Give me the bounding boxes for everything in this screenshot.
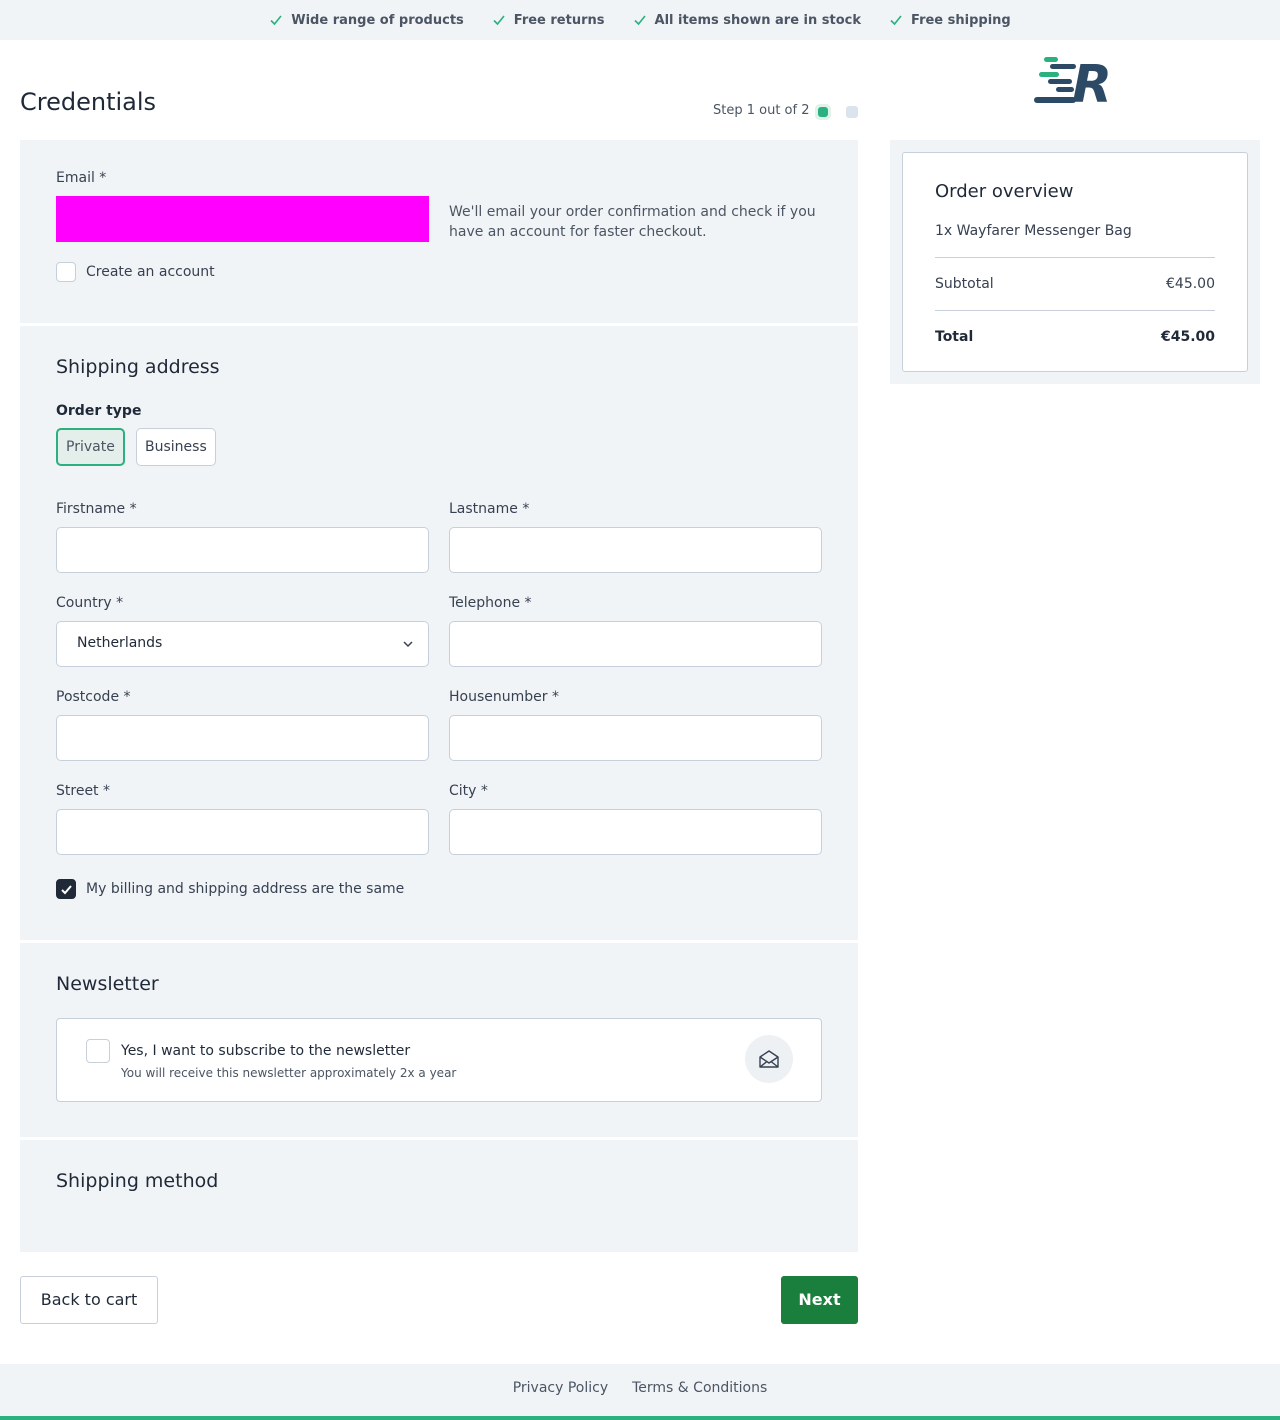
step-indicator-text: Step 1 out of 2 (713, 103, 810, 118)
back-to-cart-button[interactable]: Back to cart (20, 1276, 158, 1324)
total-value: €45.00 (1160, 329, 1215, 345)
check-icon (493, 15, 505, 26)
city-field[interactable] (449, 809, 822, 855)
check-icon (633, 15, 646, 26)
divider (935, 310, 1215, 311)
check-icon (270, 15, 282, 26)
telephone-label: Telephone * (449, 595, 532, 611)
country-label: Country * (56, 595, 124, 611)
footer: Privacy Policy Terms & Conditions (0, 1364, 1280, 1420)
divider (935, 257, 1215, 258)
privacy-policy-link[interactable]: Privacy Policy (513, 1380, 608, 1396)
usp-label: Free returns (513, 12, 605, 28)
newsletter-section: Newsletter Yes, I want to subscribe to t… (20, 943, 858, 1137)
logo[interactable]: R (1034, 54, 1118, 106)
chevron-down-icon (403, 641, 413, 648)
housenumber-field[interactable] (449, 715, 822, 761)
country-selected-value: Netherlands (77, 635, 163, 651)
shipping-method-section: Shipping method (20, 1140, 858, 1252)
next-button[interactable]: Next (781, 1276, 858, 1324)
page-title: Credentials (20, 88, 157, 116)
usp-item: All items shown are in stock (633, 12, 862, 28)
same-address-checkbox[interactable] (56, 879, 76, 899)
usp-item: Free shipping (889, 13, 1011, 28)
section-title: Shipping address (56, 356, 220, 378)
newsletter-option-label: Yes, I want to subscribe to the newslett… (121, 1043, 411, 1059)
order-overview-title: Order overview (935, 181, 1074, 202)
total-row: Total €45.00 (935, 329, 1215, 345)
street-field[interactable] (56, 809, 429, 855)
street-label: Street * (56, 783, 110, 799)
checkmark-icon (61, 885, 72, 895)
order-overview-card: Order overview 1x Wayfarer Messenger Bag… (902, 152, 1248, 372)
telephone-field[interactable] (449, 621, 822, 667)
usp-item: Wide range of products (269, 13, 464, 28)
firstname-label: Firstname * (56, 501, 137, 517)
email-help-text: We'll email your order confirmation and … (449, 204, 816, 240)
newsletter-checkbox[interactable] (86, 1039, 110, 1063)
lastname-field[interactable] (449, 527, 822, 573)
email-section: Email * We'll email your order confirmat… (20, 140, 858, 323)
logo-text: R (1072, 55, 1112, 106)
order-type-private-button[interactable]: Private (56, 428, 125, 466)
subtotal-row: Subtotal €45.00 (935, 276, 1215, 292)
total-label: Total (935, 329, 974, 345)
section-title: Newsletter (56, 973, 159, 995)
order-type-label: Order type (56, 403, 142, 419)
step-dot-inactive (846, 106, 858, 118)
newsletter-option-description: You will receive this newsletter approxi… (121, 1066, 457, 1080)
usp-label: Wide range of products (291, 12, 464, 28)
create-account-label[interactable]: Create an account (86, 264, 215, 280)
section-title: Shipping method (56, 1170, 219, 1192)
email-label: Email * (56, 170, 107, 186)
usp-label: Free shipping (911, 12, 1011, 28)
usp-item: Free returns (492, 13, 605, 28)
check-icon (890, 15, 902, 26)
step-dot-active (815, 104, 831, 120)
country-select[interactable]: Netherlands (56, 621, 429, 667)
usp-bar: Wide range of products Free returns All … (0, 0, 1280, 40)
order-type-business-button[interactable]: Business (136, 428, 216, 466)
order-overview-sidebar: Order overview 1x Wayfarer Messenger Bag… (890, 140, 1260, 384)
firstname-field[interactable] (56, 527, 429, 573)
lastname-label: Lastname * (449, 501, 530, 517)
postcode-label: Postcode * (56, 689, 131, 705)
subtotal-label: Subtotal (935, 276, 994, 292)
email-field[interactable] (56, 196, 429, 242)
usp-label: All items shown are in stock (654, 12, 862, 28)
housenumber-label: Housenumber * (449, 689, 559, 705)
envelope-open-icon (745, 1035, 793, 1083)
terms-conditions-link[interactable]: Terms & Conditions (632, 1380, 767, 1396)
same-address-label[interactable]: My billing and shipping address are the … (86, 881, 404, 897)
create-account-checkbox[interactable] (56, 262, 76, 282)
city-label: City * (449, 783, 488, 799)
shipping-address-section: Shipping address Order type Private Busi… (20, 326, 858, 940)
subtotal-value: €45.00 (1166, 276, 1215, 292)
order-line-item: 1x Wayfarer Messenger Bag (935, 223, 1132, 239)
newsletter-option[interactable]: Yes, I want to subscribe to the newslett… (56, 1018, 822, 1102)
postcode-field[interactable] (56, 715, 429, 761)
